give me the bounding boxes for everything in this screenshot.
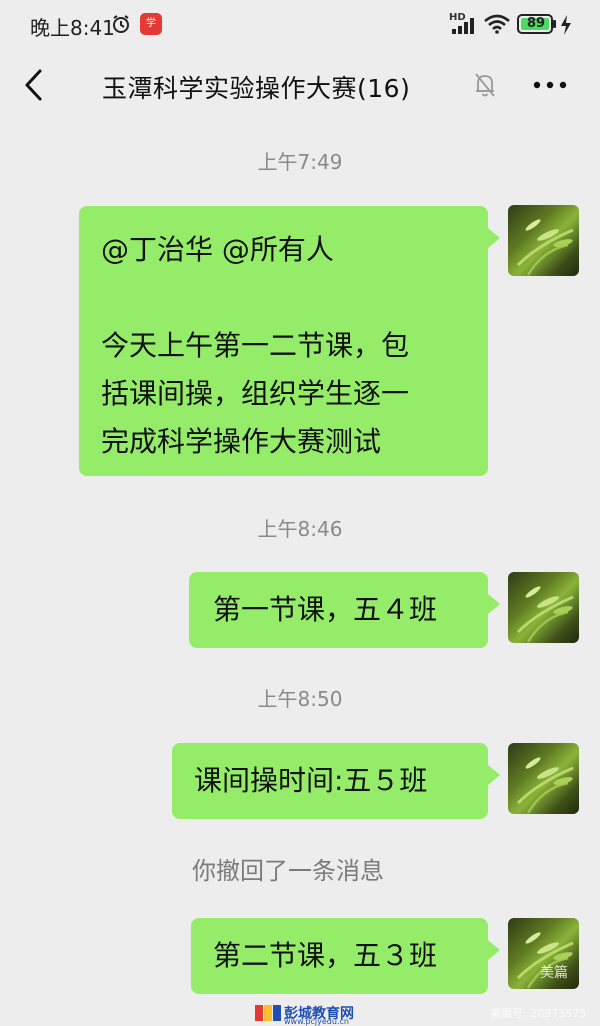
status-bar: 晚上8:41 学 HD 89: [0, 0, 600, 50]
message-line: 括课间操，组织学生逐一: [101, 377, 410, 410]
mute-bell-icon: [475, 73, 495, 97]
alarm-clock-icon: [113, 15, 129, 33]
meipian-id-watermark: 美篇号: 20973575: [490, 1007, 587, 1020]
message-bubble[interactable]: 第二节课，五３班: [191, 918, 500, 994]
meipian-watermark: 美篇: [540, 965, 568, 981]
avatar[interactable]: [508, 572, 579, 643]
message-bubble[interactable]: @丁治华 @所有人 今天上午第一二节课，包 括课间操，组织学生逐一 完成科学操作…: [79, 206, 500, 476]
message-timestamp: 上午8:46: [257, 517, 343, 541]
message-text: 第二节课，五３班: [213, 939, 438, 972]
bubble-tail: [488, 765, 500, 785]
message-timestamp: 上午8:50: [257, 687, 343, 711]
message-bubble[interactable]: 第一节课，五４班: [189, 572, 500, 648]
message-line: @丁治华 @所有人: [101, 233, 334, 266]
avatar-image: [516, 586, 574, 643]
avatar-image: [516, 219, 574, 276]
message-text: 课间操时间:五５班: [194, 764, 428, 797]
message-timestamp: 上午7:49: [257, 150, 343, 174]
message-text: 第一节课，五４班: [213, 593, 438, 626]
site-watermark-url: www.pcjyedu.cn: [284, 1017, 349, 1026]
more-options-icon[interactable]: [532, 72, 568, 98]
back-arrow-icon[interactable]: [22, 68, 44, 102]
message-line: 完成科学操作大赛测试: [101, 425, 382, 458]
wifi-icon: [484, 14, 510, 34]
bubble-tail: [488, 594, 500, 614]
avatar[interactable]: [508, 743, 579, 814]
recall-notice: 你撤回了一条消息: [192, 857, 384, 885]
signal-strength-icon: [452, 18, 474, 34]
app-notification-icon: 学: [140, 13, 162, 35]
bubble-tail: [488, 228, 500, 248]
message-line: 今天上午第一二节课，包: [101, 329, 410, 362]
chat-header: 玉潭科学实验操作大赛(16): [0, 50, 600, 120]
message-line-blank: [101, 274, 466, 322]
chat-title: 玉潭科学实验操作大赛(16): [102, 74, 411, 103]
bubble-tail: [488, 940, 500, 960]
battery-level: 89: [526, 16, 546, 31]
message-bubble[interactable]: 课间操时间:五５班: [172, 743, 500, 819]
charging-bolt-icon: [561, 15, 571, 35]
avatar[interactable]: [508, 205, 579, 276]
avatar-image: [516, 757, 574, 814]
status-time: 晚上8:41: [30, 16, 115, 40]
